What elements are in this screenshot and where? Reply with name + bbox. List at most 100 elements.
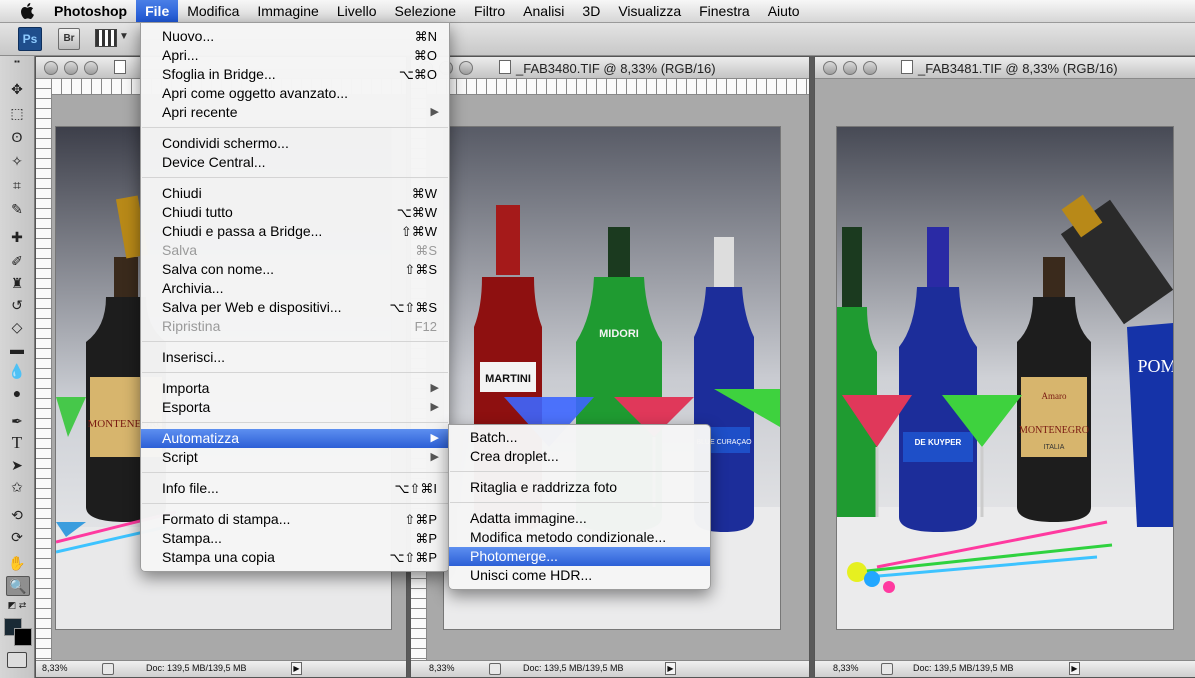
menu-item-automatizza[interactable]: Automatizza ▶ bbox=[141, 429, 449, 448]
close-window-button[interactable] bbox=[44, 61, 58, 75]
menu-item-apri-come-oggetto-avanzato[interactable]: Apri come oggetto avanzato... bbox=[141, 84, 449, 103]
menu-analisi[interactable]: Analisi bbox=[514, 0, 573, 22]
menu-item-stampa[interactable]: Stampa... ⌘P bbox=[141, 529, 449, 548]
3d-rotate-tool-icon[interactable]: ⟲ bbox=[6, 506, 28, 524]
status-menu-arrow-icon[interactable]: ▶ bbox=[665, 662, 676, 675]
move-tool-icon[interactable]: ✥ bbox=[6, 80, 28, 98]
menu-item-importa[interactable]: Importa ▶ bbox=[141, 379, 449, 398]
vertical-ruler[interactable] bbox=[36, 79, 52, 661]
dekuyper-label: DE KUYPER bbox=[915, 438, 962, 447]
type-tool-icon[interactable]: T bbox=[6, 434, 28, 452]
document-title-bar[interactable]: _FAB3480.TIF @ 8,33% (RGB/16) bbox=[411, 57, 809, 79]
menu-item-apri-recente[interactable]: Apri recente ▶ bbox=[141, 103, 449, 122]
app-menu-photoshop[interactable]: Photoshop bbox=[48, 0, 136, 22]
menu-file[interactable]: File bbox=[136, 0, 179, 22]
document-size: Doc: 139,5 MB/139,5 MB bbox=[523, 663, 624, 673]
menu-item-photomerge[interactable]: Photomerge... bbox=[449, 547, 710, 566]
amaro-label: Amaro bbox=[1042, 391, 1067, 401]
status-toggle-icon[interactable] bbox=[489, 663, 501, 675]
menu-item-formato-di-stampa[interactable]: Formato di stampa... ⇧⌘P bbox=[141, 510, 449, 529]
path-selection-tool-icon[interactable]: ➤ bbox=[6, 456, 28, 474]
background-color-swatch[interactable] bbox=[14, 628, 32, 646]
menu-item-unisci-come-hdr[interactable]: Unisci come HDR... bbox=[449, 566, 710, 585]
menu-item-salva-per-web[interactable]: Salva per Web e dispositivi... ⌥⇧⌘S bbox=[141, 298, 449, 317]
status-menu-arrow-icon[interactable]: ▶ bbox=[1069, 662, 1080, 675]
horizontal-ruler[interactable] bbox=[427, 79, 809, 95]
menu-item-condividi-schermo[interactable]: Condividi schermo... bbox=[141, 134, 449, 153]
magic-wand-tool-icon[interactable]: ✧ bbox=[6, 152, 28, 170]
lasso-tool-icon[interactable]: ʘ bbox=[6, 128, 28, 146]
menu-item-crea-droplet[interactable]: Crea droplet... bbox=[449, 447, 710, 466]
menu-filtro[interactable]: Filtro bbox=[465, 0, 514, 22]
clone-stamp-tool-icon[interactable]: ♜ bbox=[6, 274, 28, 292]
zoom-level[interactable]: 8,33% bbox=[42, 663, 92, 673]
menu-immagine[interactable]: Immagine bbox=[248, 0, 327, 22]
tools-panel: ▪▪ ✥ ⬚ ʘ ✧ ⌗ ✎ ✚ ✐ ♜ ↺ ◇ ▬ 💧 ● ✒ T ➤ ✩ ⟲… bbox=[0, 56, 35, 678]
blur-tool-icon[interactable]: 💧 bbox=[6, 362, 28, 380]
eraser-tool-icon[interactable]: ◇ bbox=[6, 318, 28, 336]
menu-item-salva-con-nome[interactable]: Salva con nome... ⇧⌘S bbox=[141, 260, 449, 279]
menu-visualizza[interactable]: Visualizza bbox=[609, 0, 690, 22]
status-toggle-icon[interactable] bbox=[881, 663, 893, 675]
zoom-tool-icon[interactable]: 🔍 bbox=[6, 576, 30, 596]
document-title-bar[interactable]: _FAB3481.TIF @ 8,33% (RGB/16) bbox=[815, 57, 1195, 79]
file-icon bbox=[499, 60, 511, 74]
menu-aiuto[interactable]: Aiuto bbox=[759, 0, 809, 22]
eyedropper-tool-icon[interactable]: ✎ bbox=[6, 200, 28, 218]
menu-item-chiudi-e-passa-a-bridge[interactable]: Chiudi e passa a Bridge... ⇧⌘W bbox=[141, 222, 449, 241]
menu-modifica[interactable]: Modifica bbox=[178, 0, 248, 22]
menu-item-script[interactable]: Script ▶ bbox=[141, 448, 449, 467]
menu-item-modifica-metodo-condizionale[interactable]: Modifica metodo condizionale... bbox=[449, 528, 710, 547]
zoom-level[interactable]: 8,33% bbox=[833, 663, 883, 673]
menu-item-chiudi[interactable]: Chiudi ⌘W bbox=[141, 184, 449, 203]
minimize-window-button[interactable] bbox=[843, 61, 857, 75]
zoom-window-button[interactable] bbox=[84, 61, 98, 75]
menu-item-apri[interactable]: Apri... ⌘O bbox=[141, 46, 449, 65]
menu-item-chiudi-tutto[interactable]: Chiudi tutto ⌥⌘W bbox=[141, 203, 449, 222]
apple-menu-icon[interactable] bbox=[16, 0, 38, 22]
file-icon bbox=[901, 60, 913, 74]
status-menu-arrow-icon[interactable]: ▶ bbox=[291, 662, 302, 675]
dodge-tool-icon[interactable]: ● bbox=[6, 384, 28, 402]
menu-item-esporta[interactable]: Esporta ▶ bbox=[141, 398, 449, 417]
automatizza-submenu: Batch... Crea droplet... Ritaglia e radd… bbox=[448, 424, 711, 590]
3d-orbit-tool-icon[interactable]: ⟳ bbox=[6, 528, 28, 546]
gradient-tool-icon[interactable]: ▬ bbox=[6, 340, 28, 358]
healing-brush-tool-icon[interactable]: ✚ bbox=[6, 228, 28, 246]
menu-item-ritaglia-e-raddrizza-foto[interactable]: Ritaglia e raddrizza foto bbox=[449, 478, 710, 497]
menu-item-batch[interactable]: Batch... bbox=[449, 428, 710, 447]
zoom-level[interactable]: 8,33% bbox=[429, 663, 479, 673]
history-brush-tool-icon[interactable]: ↺ bbox=[6, 296, 28, 314]
close-window-button[interactable] bbox=[823, 61, 837, 75]
minimize-window-button[interactable] bbox=[64, 61, 78, 75]
panel-grip-icon[interactable]: ▪▪ bbox=[6, 58, 28, 66]
menu-item-nuovo[interactable]: Nuovo... ⌘N bbox=[141, 27, 449, 46]
menu-item-sfoglia-in-bridge[interactable]: Sfoglia in Bridge... ⌥⌘O bbox=[141, 65, 449, 84]
menu-item-inserisci[interactable]: Inserisci... bbox=[141, 348, 449, 367]
marquee-tool-icon[interactable]: ⬚ bbox=[6, 104, 28, 122]
quick-mask-icon[interactable] bbox=[7, 652, 27, 668]
menu-livello[interactable]: Livello bbox=[328, 0, 386, 22]
document-canvas[interactable]: DE KUYPER Amaro MONTENEGRO ITALIA POM bbox=[815, 79, 1195, 661]
brush-tool-icon[interactable]: ✐ bbox=[6, 252, 28, 270]
document-size: Doc: 139,5 MB/139,5 MB bbox=[913, 663, 1014, 673]
bridge-button[interactable]: Br bbox=[58, 28, 80, 50]
default-colors-icon[interactable]: ◩ ⇄ bbox=[6, 600, 28, 610]
menu-item-info-file[interactable]: Info file... ⌥⇧⌘I bbox=[141, 479, 449, 498]
menu-item-stampa-una-copia[interactable]: Stampa una copia ⌥⇧⌘P bbox=[141, 548, 449, 567]
menu-selezione[interactable]: Selezione bbox=[386, 0, 466, 22]
menu-item-archivia[interactable]: Archivia... bbox=[141, 279, 449, 298]
menu-item-adatta-immagine[interactable]: Adatta immagine... bbox=[449, 509, 710, 528]
crop-tool-icon[interactable]: ⌗ bbox=[6, 176, 28, 194]
menu-3d[interactable]: 3D bbox=[573, 0, 609, 22]
zoom-window-button[interactable] bbox=[459, 61, 473, 75]
hand-tool-icon[interactable]: ✋ bbox=[6, 554, 28, 572]
pen-tool-icon[interactable]: ✒ bbox=[6, 412, 28, 430]
menu-item-device-central[interactable]: Device Central... bbox=[141, 153, 449, 172]
shape-tool-icon[interactable]: ✩ bbox=[6, 478, 28, 496]
view-extras-icon[interactable] bbox=[95, 29, 117, 47]
status-toggle-icon[interactable] bbox=[102, 663, 114, 675]
zoom-window-button[interactable] bbox=[863, 61, 877, 75]
menu-finestra[interactable]: Finestra bbox=[690, 0, 759, 22]
view-extras-dropdown-arrow-icon[interactable]: ▼ bbox=[119, 31, 129, 42]
